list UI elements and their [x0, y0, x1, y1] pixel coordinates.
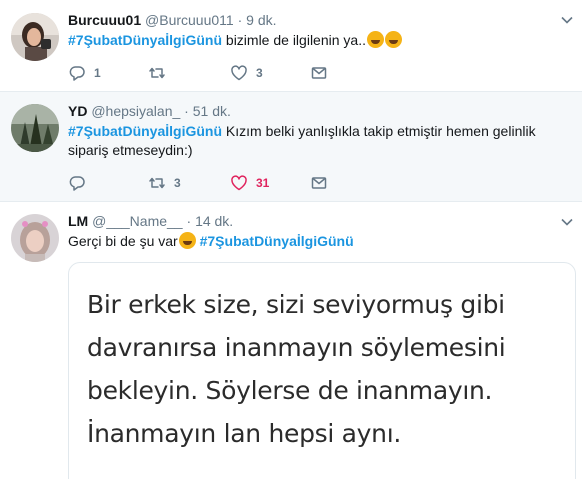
tweet[interactable]: YD @hepsiyalan_ · 51 dk. #7ŞubatDünyaİlg…	[0, 92, 582, 202]
direct-message-button[interactable]	[310, 63, 328, 83]
display-name[interactable]: Burcuuu01	[68, 12, 141, 28]
thinking-emoji-icon	[178, 232, 196, 249]
tweet-body: bizimle de ilgilenin ya..	[222, 32, 366, 48]
retweet-icon	[149, 177, 165, 189]
avatar[interactable]	[11, 104, 59, 152]
chevron-down-icon[interactable]	[560, 215, 574, 229]
retweet-icon	[149, 67, 165, 79]
like-button[interactable]: 3	[230, 63, 263, 83]
tweet-text: #7ŞubatDünyaİlgiGünü bizimle de ilgileni…	[68, 31, 568, 50]
tweet-body: Gerçi bi de şu var	[68, 233, 178, 249]
envelope-icon	[311, 67, 327, 79]
timestamp[interactable]: 9 dk.	[246, 12, 276, 28]
tweet[interactable]: Burcuuu01 @Burcuuu011 · 9 dk. #7ŞubatDün…	[0, 0, 582, 92]
envelope-icon	[311, 177, 327, 189]
retweet-button[interactable]	[148, 63, 174, 83]
heart-icon	[231, 175, 247, 191]
direct-message-button[interactable]	[310, 173, 328, 193]
image-text: Bir erkek size, sizi seviyormuş gibi dav…	[87, 290, 506, 448]
timestamp[interactable]: 14 dk.	[195, 213, 233, 229]
timestamp[interactable]: 51 dk.	[193, 103, 231, 119]
reply-button[interactable]	[68, 173, 94, 193]
retweet-button[interactable]: 3	[148, 173, 181, 193]
tweet-text: #7ŞubatDünyaİlgiGünü Kızım belki yanlışl…	[68, 122, 568, 160]
reply-icon	[69, 176, 85, 191]
separator-dot: ·	[184, 103, 189, 119]
hashtag-link[interactable]: #7ŞubatDünyaİlgiGünü	[68, 32, 222, 48]
reply-button[interactable]: 1	[68, 63, 101, 83]
like-count: 3	[256, 66, 263, 80]
retweet-count: 3	[174, 176, 181, 190]
tweet-text: Gerçi bi de şu var #7ŞubatDünyaİlgiGünü	[68, 232, 568, 251]
laughing-emoji-icon	[366, 31, 384, 48]
chevron-down-icon[interactable]	[560, 13, 574, 27]
user-handle[interactable]: @___Name__	[92, 213, 183, 229]
user-handle[interactable]: @Burcuuu011	[145, 12, 234, 28]
tweet[interactable]: LM @___Name__ · 14 dk. Gerçi bi de şu va…	[0, 202, 582, 479]
reply-count: 1	[94, 66, 101, 80]
separator-dot: ·	[237, 12, 243, 28]
user-handle[interactable]: @hepsiyalan_	[91, 103, 180, 119]
avatar[interactable]	[11, 13, 59, 61]
hashtag-link[interactable]: #7ŞubatDünyaİlgiGünü	[68, 123, 222, 139]
display-name[interactable]: LM	[68, 213, 88, 229]
reply-icon	[69, 66, 85, 81]
hashtag-link[interactable]: #7ŞubatDünyaİlgiGünü	[200, 233, 354, 249]
tweet-image[interactable]: Bir erkek size, sizi seviyormuş gibi dav…	[68, 262, 576, 479]
like-count: 31	[256, 176, 270, 190]
heart-icon	[231, 65, 247, 81]
tweet-header: LM @___Name__ · 14 dk.	[68, 212, 233, 230]
display-name[interactable]: YD	[68, 103, 87, 119]
tweet-header: YD @hepsiyalan_ · 51 dk.	[68, 102, 231, 120]
like-button[interactable]: 31	[230, 173, 269, 193]
avatar[interactable]	[11, 214, 59, 262]
separator-dot: ·	[186, 213, 192, 229]
tweet-header: Burcuuu01 @Burcuuu011 · 9 dk.	[68, 11, 277, 29]
laughing-emoji-icon	[384, 31, 402, 48]
